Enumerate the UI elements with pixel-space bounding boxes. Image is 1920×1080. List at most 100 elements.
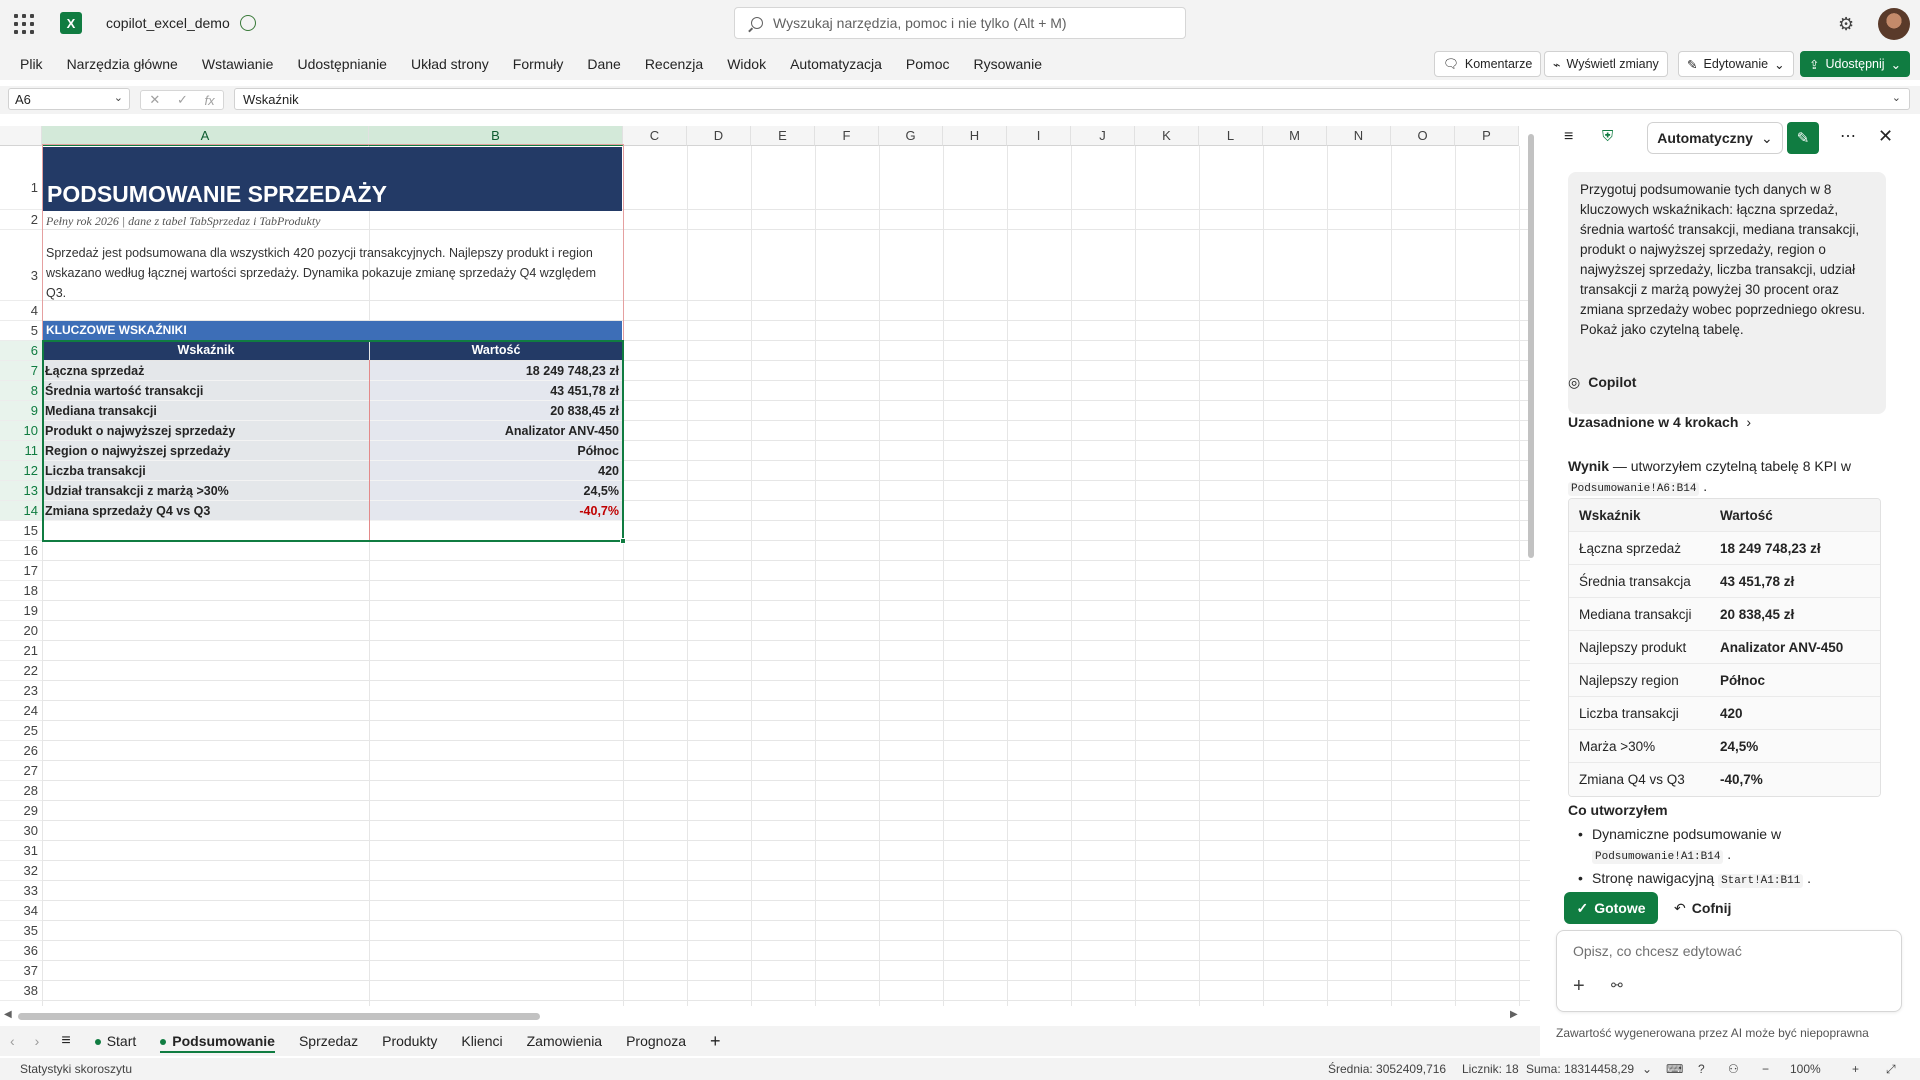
horizontal-scroll-thumb[interactable] [18, 1013, 540, 1020]
menu-pomoc[interactable]: Pomoc [894, 56, 962, 72]
row-header[interactable]: 34 [0, 901, 42, 921]
kpi-value[interactable]: 18 249 748,23 zł [370, 361, 622, 381]
column-header-i[interactable]: I [1007, 126, 1071, 146]
kpi-value[interactable]: 24,5% [370, 481, 622, 501]
column-header-e[interactable]: E [751, 126, 815, 146]
column-header-m[interactable]: M [1263, 126, 1327, 146]
sheet-description-cell[interactable]: Sprzedaż jest podsumowana dla wszystkich… [43, 241, 622, 301]
kpi-row[interactable]: Średnia wartość transakcji 43 451,78 zł [43, 381, 622, 401]
created-ref[interactable]: Start!A1:B11 [1718, 874, 1804, 888]
menu-uklad-strony[interactable]: Układ strony [399, 56, 501, 72]
menu-automatyzacja[interactable]: Automatyzacja [778, 56, 894, 72]
keyboard-icon[interactable]: ⌨ [1666, 1062, 1683, 1076]
kpi-band-cell[interactable]: KLUCZOWE WSKAŹNIKI [43, 321, 622, 340]
kpi-label[interactable]: Średnia wartość transakcji [43, 381, 369, 401]
row-header[interactable]: 22 [0, 661, 42, 681]
menu-plik[interactable]: Plik [8, 56, 55, 72]
tab-sprzedaz[interactable]: Sprzedaz [287, 1026, 370, 1056]
column-header-o[interactable]: O [1391, 126, 1455, 146]
tab-prognoza[interactable]: Prognoza [614, 1026, 698, 1056]
row-header[interactable]: 27 [0, 761, 42, 781]
kpi-label[interactable]: Produkt o najwyższej sprzedaży [43, 421, 369, 441]
fill-handle[interactable] [620, 538, 626, 544]
menu-recenzja[interactable]: Recenzja [633, 56, 715, 72]
scroll-right-icon[interactable]: ▶ [1510, 1009, 1518, 1020]
workbook-stats[interactable]: Statystyki skoroszytu [20, 1062, 132, 1076]
row-header[interactable]: 20 [0, 621, 42, 641]
row-header[interactable]: 30 [0, 821, 42, 841]
tab-produkty[interactable]: Produkty [370, 1026, 449, 1056]
column-header-a[interactable]: A [42, 126, 369, 146]
row-header[interactable]: 18 [0, 581, 42, 601]
row-header[interactable]: 4 [0, 301, 42, 321]
menu-wstawianie[interactable]: Wstawianie [190, 56, 286, 72]
tab-zamowienia[interactable]: Zamowienia [515, 1026, 614, 1056]
kpi-label[interactable]: Mediana transakcji [43, 401, 369, 421]
select-all-corner[interactable] [0, 126, 42, 146]
show-changes-button[interactable]: ⌁ Wyświetl zmiany [1544, 51, 1668, 77]
row-header[interactable]: 11 [0, 441, 42, 461]
row-header[interactable]: 7 [0, 361, 42, 381]
kpi-label[interactable]: Łączna sprzedaż [43, 361, 369, 381]
column-header-j[interactable]: J [1071, 126, 1135, 146]
app-launcher-icon[interactable] [14, 14, 34, 34]
more-options-icon[interactable]: ⋯ [1840, 126, 1856, 146]
spreadsheet-grid[interactable]: A B C D E F G H I J K L M N O P 12345678… [0, 126, 1530, 1006]
row-header[interactable]: 28 [0, 781, 42, 801]
kpi-row[interactable]: Mediana transakcji 20 838,45 zł [43, 401, 622, 421]
zoom-level[interactable]: 100% [1790, 1062, 1821, 1076]
column-header-d[interactable]: D [687, 126, 751, 146]
kpi-label[interactable]: Region o najwyższej sprzedaży [43, 441, 369, 461]
row-header[interactable]: 17 [0, 561, 42, 581]
chevron-down-icon[interactable]: ⌄ [1642, 1062, 1652, 1076]
fullscreen-icon[interactable]: ⤢ [1886, 1062, 1896, 1077]
menu-udostepnianie[interactable]: Udostępnianie [285, 56, 399, 72]
saved-status-icon[interactable] [240, 15, 256, 31]
horizontal-scrollbar[interactable]: ◀ ▶ [0, 1008, 1530, 1026]
row-header[interactable]: 10 [0, 421, 42, 441]
row-header[interactable]: 38 [0, 981, 42, 1001]
menu-rysowanie[interactable]: Rysowanie [962, 56, 1054, 72]
menu-dane[interactable]: Dane [575, 56, 632, 72]
column-header-l[interactable]: L [1199, 126, 1263, 146]
row-header[interactable]: 35 [0, 921, 42, 941]
comments-button[interactable]: 🗨 Komentarze [1434, 51, 1542, 77]
row-header[interactable]: 5 [0, 321, 42, 341]
kpi-label[interactable]: Liczba transakcji [43, 461, 369, 481]
sheet-subtitle-cell[interactable]: Pełny rok 2026 | dane z tabel TabSprzeda… [43, 212, 622, 230]
tab-klienci[interactable]: Klienci [449, 1026, 514, 1056]
row-header[interactable]: 24 [0, 701, 42, 721]
tab-start[interactable]: Start [83, 1026, 149, 1056]
kpi-value[interactable]: -40,7% [370, 501, 622, 521]
column-header-k[interactable]: K [1135, 126, 1199, 146]
created-ref[interactable]: Podsumowanie!A1:B14 [1592, 850, 1724, 864]
confirm-icon[interactable]: ✓ [177, 92, 188, 108]
sheet-title-cell[interactable]: PODSUMOWANIE SPRZEDAŻY [43, 147, 622, 211]
row-header[interactable]: 32 [0, 861, 42, 881]
name-box[interactable]: A6 ⌄ [8, 88, 130, 110]
column-header-n[interactable]: N [1327, 126, 1391, 146]
kpi-row[interactable]: Liczba transakcji 420 [43, 461, 622, 481]
row-header[interactable]: 14 [0, 501, 42, 521]
row-header[interactable]: 16 [0, 541, 42, 561]
search-input[interactable]: Wyszukaj narzędzia, pomoc i nie tylko (A… [734, 7, 1186, 39]
tab-next-icon[interactable]: › [25, 1033, 50, 1049]
row-header[interactable]: 19 [0, 601, 42, 621]
row-header[interactable]: 21 [0, 641, 42, 661]
history-list-icon[interactable]: ≡ [1564, 128, 1573, 146]
kpi-value[interactable]: 420 [370, 461, 622, 481]
kpi-row[interactable]: Produkt o najwyższej sprzedaży Analizator… [43, 421, 622, 441]
add-sheet-icon[interactable]: + [698, 1031, 733, 1052]
kpi-value[interactable]: Północ [370, 441, 622, 461]
shield-icon[interactable]: ⛨ [1602, 128, 1613, 145]
row-header[interactable]: 36 [0, 941, 42, 961]
avatar[interactable] [1878, 8, 1910, 40]
column-header-c[interactable]: C [623, 126, 687, 146]
attach-plus-icon[interactable]: + [1573, 975, 1585, 998]
zoom-in-icon[interactable]: + [1852, 1062, 1859, 1076]
kpi-row[interactable]: Zmiana sprzedaży Q4 vs Q3 -40,7% [43, 501, 622, 521]
row-header[interactable]: 13 [0, 481, 42, 501]
row-header[interactable]: 6 [0, 341, 42, 361]
vertical-scrollbar[interactable] [1526, 120, 1536, 1006]
fx-icon[interactable]: fx [205, 93, 215, 108]
